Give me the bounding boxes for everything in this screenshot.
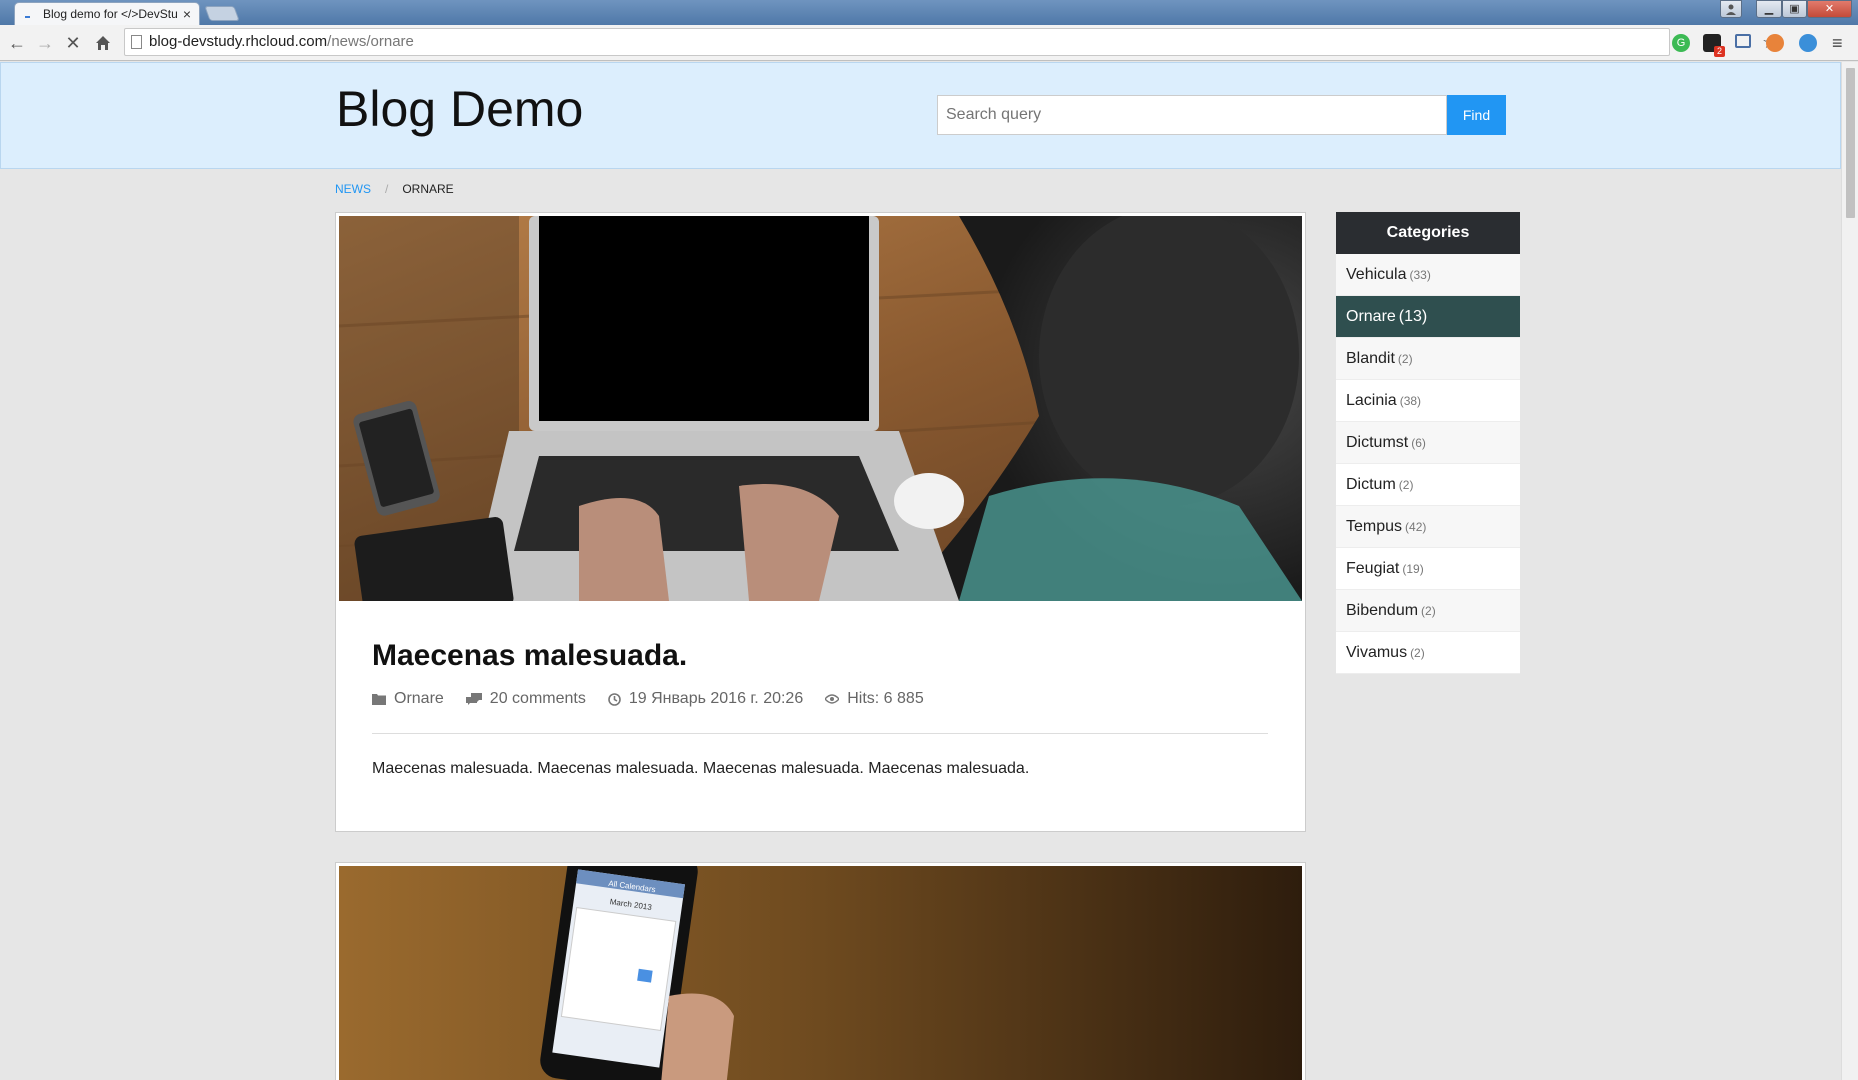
post-category-label: Ornare [394,690,444,707]
post-divider [372,733,1268,734]
category-item-lacinia[interactable]: Lacinia (38) [1336,380,1520,422]
browser-menu-icon[interactable]: ≡ [1832,31,1850,55]
category-count: (6) [1411,436,1426,450]
category-item-feugiat[interactable]: Feugiat (19) [1336,548,1520,590]
site-logo[interactable]: Blog Demo [336,80,583,138]
category-count: (2) [1397,352,1413,366]
clock-icon [608,692,621,706]
post-category[interactable]: Ornare [372,690,444,708]
window-close-button[interactable]: ✕ [1807,0,1852,18]
stop-icon[interactable]: ✕ [61,31,85,55]
eye-icon [825,694,840,704]
maximize-button[interactable]: ▣ [1782,0,1807,18]
category-name: Bibendum [1346,602,1419,619]
category-item-vehicula[interactable]: Vehicula (33) [1336,254,1520,296]
post-comments[interactable]: 20 comments [465,690,586,708]
favicon-icon [25,8,37,20]
hand-extension-icon[interactable] [1766,34,1784,52]
tab-close-icon[interactable]: × [179,6,195,22]
url-host: blog-devstudy.rhcloud.com [149,33,328,50]
categories-title: Categories [1336,212,1520,254]
category-item-tempus[interactable]: Tempus (42) [1336,506,1520,548]
category-name: Dictumst [1346,434,1409,451]
category-name: Ornare [1346,308,1396,325]
category-item-dictum[interactable]: Dictum (2) [1336,464,1520,506]
post-meta: Ornare 20 comments 19 Январь 2016 г. 20:… [372,690,924,708]
smartphone-calendar-photo-icon[interactable]: All Calendars March 2013 [339,866,1302,1080]
scrollbar[interactable] [1841,62,1858,1080]
post-hits: Hits: 6 885 [825,690,924,708]
extension-badge: 2 [1714,46,1725,57]
category-count: (2) [1421,604,1436,618]
screenshot-icon[interactable] [1735,34,1751,48]
scrollbar-thumb[interactable] [1846,68,1855,218]
search-input[interactable] [937,95,1447,135]
category-item-vivamus[interactable]: Vivamus (2) [1336,632,1520,674]
profile-icon[interactable] [1720,0,1742,18]
category-name: Vehicula [1346,266,1407,283]
post-date-label: 19 Январь 2016 г. 20:26 [628,690,804,707]
category-item-ornare[interactable]: Ornare (13) [1336,296,1520,338]
address-bar[interactable]: blog-devstudy.rhcloud.com/news/ornare ☆ [124,28,1778,56]
extension-icon[interactable]: 2 [1703,34,1725,57]
comments-icon [465,693,482,705]
category-item-bibendum[interactable]: Bibendum (2) [1336,590,1520,632]
minimize-button[interactable]: ▁ [1756,0,1782,18]
find-button[interactable]: Find [1447,95,1506,135]
post-card: All Calendars March 2013 [335,862,1306,1080]
post-excerpt: Maecenas malesuada. Maecenas malesuada. … [372,760,1030,777]
breadcrumb-news-link[interactable]: News [335,182,371,196]
category-count: (13) [1398,308,1428,325]
breadcrumb-current: Ornare [402,182,454,196]
grammarly-icon[interactable]: G [1672,34,1690,52]
new-tab-button[interactable] [204,6,240,21]
home-icon[interactable] [91,31,115,55]
category-count: (19) [1402,562,1424,576]
category-name: Tempus [1346,518,1403,535]
laptop-photo-icon[interactable] [339,216,1302,601]
breadcrumb-separator: / [385,182,389,196]
page-viewport: Blog Demo Find News / Ornare [0,62,1841,1080]
categories-sidebar: Categories Vehicula (33) Ornare (13) Blandit… [1336,212,1520,674]
post-date: 19 Январь 2016 г. 20:26 [608,690,803,708]
tab-title: Blog demo for </>DevStu [43,7,178,21]
category-name: Blandit [1346,350,1395,367]
site-header: Blog Demo Find [0,62,1841,169]
folder-icon [372,694,386,705]
browser-titlebar: Blog demo for </>DevStu × ▁ ▣ ✕ [0,0,1858,25]
url-path: /news/ornare [327,33,414,50]
post-card: Maecenas malesuada. Ornare 20 comments 1… [335,212,1306,832]
post-title[interactable]: Maecenas malesuada. [372,639,687,673]
browser-toolbar: ← → ✕ blog-devstudy.rhcloud.com/news/orn… [0,25,1858,61]
category-count: (33) [1409,268,1431,282]
category-count: (38) [1399,394,1422,408]
category-item-dictumst[interactable]: Dictumst (6) [1336,422,1520,464]
post-hits-label: Hits: 6 885 [847,690,924,707]
forward-icon[interactable]: → [33,31,57,55]
categories-list: Vehicula (33) Ornare (13) Blandit (2) Lacinia(… [1336,254,1520,674]
category-item-blandit[interactable]: Blandit (2) [1336,338,1520,380]
category-count: (42) [1405,520,1427,534]
category-name: Vivamus [1346,644,1408,661]
category-name: Dictum [1346,476,1396,493]
globe-extension-icon[interactable] [1799,34,1817,52]
category-name: Lacinia [1346,392,1397,409]
page-icon [131,35,142,49]
category-count: (2) [1398,478,1414,492]
breadcrumb: News / Ornare [335,182,454,196]
category-name: Feugiat [1346,560,1400,577]
category-count: (2) [1410,646,1425,660]
post-comments-label: 20 comments [489,690,586,707]
browser-tab[interactable]: Blog demo for </>DevStu × [14,2,200,25]
back-icon[interactable]: ← [5,31,29,55]
